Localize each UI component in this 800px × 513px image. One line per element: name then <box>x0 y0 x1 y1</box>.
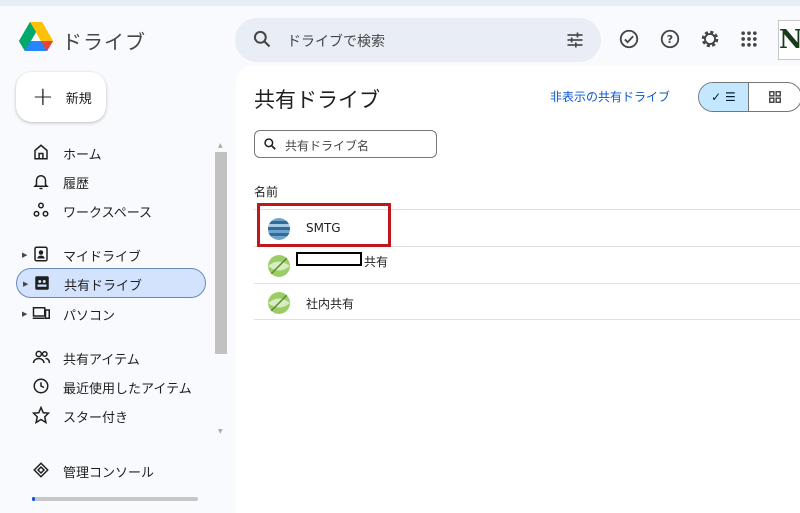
sidebar-item-my-drive[interactable]: ▶ マイドライブ <box>16 240 206 268</box>
divider <box>254 319 800 320</box>
my-drive-icon <box>34 246 48 262</box>
sidebar-item-computers[interactable]: ▶ パソコン <box>16 299 206 327</box>
shared-drive-row[interactable]: 社内共有 <box>254 284 800 320</box>
shared-drive-thumbnail-icon <box>268 292 290 314</box>
sidebar-item-starred[interactable]: スター付き <box>16 401 206 429</box>
name-column-header[interactable]: 名前 <box>254 183 278 200</box>
settings-icon[interactable] <box>698 27 722 51</box>
hidden-shared-drives-link[interactable]: 非表示の共有ドライブ <box>550 88 670 105</box>
sidebar-item-shared-drives[interactable]: ▶ 共有ドライブ <box>16 268 206 298</box>
grid-view-button[interactable] <box>749 83 800 111</box>
top-bar: ドライブ ドライブで検索 ? N <box>0 0 800 66</box>
storage-usage-bar <box>32 497 198 501</box>
shared-drive-filter-input[interactable]: 共有ドライブ名 <box>254 130 437 158</box>
workspaces-icon <box>33 202 49 217</box>
home-icon <box>34 144 48 160</box>
grid-view-icon <box>769 91 781 103</box>
tune-icon[interactable] <box>565 30 585 50</box>
admin-icon <box>33 462 49 478</box>
clock-icon <box>33 378 49 394</box>
help-icon[interactable]: ? <box>658 27 682 51</box>
svg-text:?: ? <box>667 33 673 46</box>
redaction-box <box>296 252 362 266</box>
new-button[interactable]: + 新規 <box>16 72 106 122</box>
sidebar-scrollbar[interactable] <box>215 152 227 354</box>
storage-usage-fill <box>32 497 36 501</box>
plus-icon: + <box>32 82 54 112</box>
shared-drive-thumbnail-icon <box>268 255 290 277</box>
shared-people-icon <box>32 350 50 364</box>
google-drive-logo[interactable] <box>19 20 53 52</box>
expand-caret-icon[interactable]: ▶ <box>23 280 28 288</box>
sidebar-item-recent[interactable]: 最近使用したアイテム <box>16 372 206 400</box>
sidebar-item-shared-with-me[interactable]: 共有アイテム <box>16 343 206 371</box>
expand-caret-icon[interactable]: ▶ <box>22 310 27 318</box>
search-icon[interactable] <box>252 29 272 49</box>
scroll-down-arrow-icon[interactable]: ▼ <box>218 428 223 435</box>
page-title: 共有ドライブ <box>254 88 380 112</box>
account-avatar[interactable]: N <box>778 20 800 60</box>
shared-drive-row[interactable]: 共有 <box>254 247 800 283</box>
computers-icon <box>32 307 50 319</box>
list-view-button[interactable]: ✓ ☰ <box>699 83 749 111</box>
main-panel: 共有ドライブ 非表示の共有ドライブ ✓ ☰ 共有ドライブ名 名前 SMTG 共有… <box>236 66 800 513</box>
search-bar[interactable]: ドライブで検索 <box>235 18 601 62</box>
apps-grid-icon[interactable] <box>737 27 761 51</box>
sidebar-item-admin-console[interactable]: 管理コンソール <box>16 456 206 484</box>
expand-caret-icon[interactable]: ▶ <box>22 251 27 259</box>
shared-drives-icon <box>35 276 49 290</box>
highlight-annotation <box>257 203 391 247</box>
star-icon <box>32 406 50 424</box>
sidebar-item-history[interactable]: 履歴 <box>16 167 206 195</box>
search-icon <box>264 138 276 150</box>
bell-icon <box>33 175 49 190</box>
shared-drive-name: 共有 <box>364 255 389 269</box>
sidebar-item-home[interactable]: ホーム <box>16 138 206 166</box>
sidebar-item-workspaces[interactable]: ワークスペース <box>16 196 206 224</box>
scroll-up-arrow-icon[interactable]: ▲ <box>218 142 223 149</box>
view-toggle[interactable]: ✓ ☰ <box>698 82 800 112</box>
app-title: ドライブ <box>62 30 146 54</box>
offline-check-icon[interactable] <box>617 27 641 51</box>
shared-drive-name: 社内共有 <box>306 297 355 311</box>
search-input[interactable]: ドライブで検索 <box>287 31 385 51</box>
